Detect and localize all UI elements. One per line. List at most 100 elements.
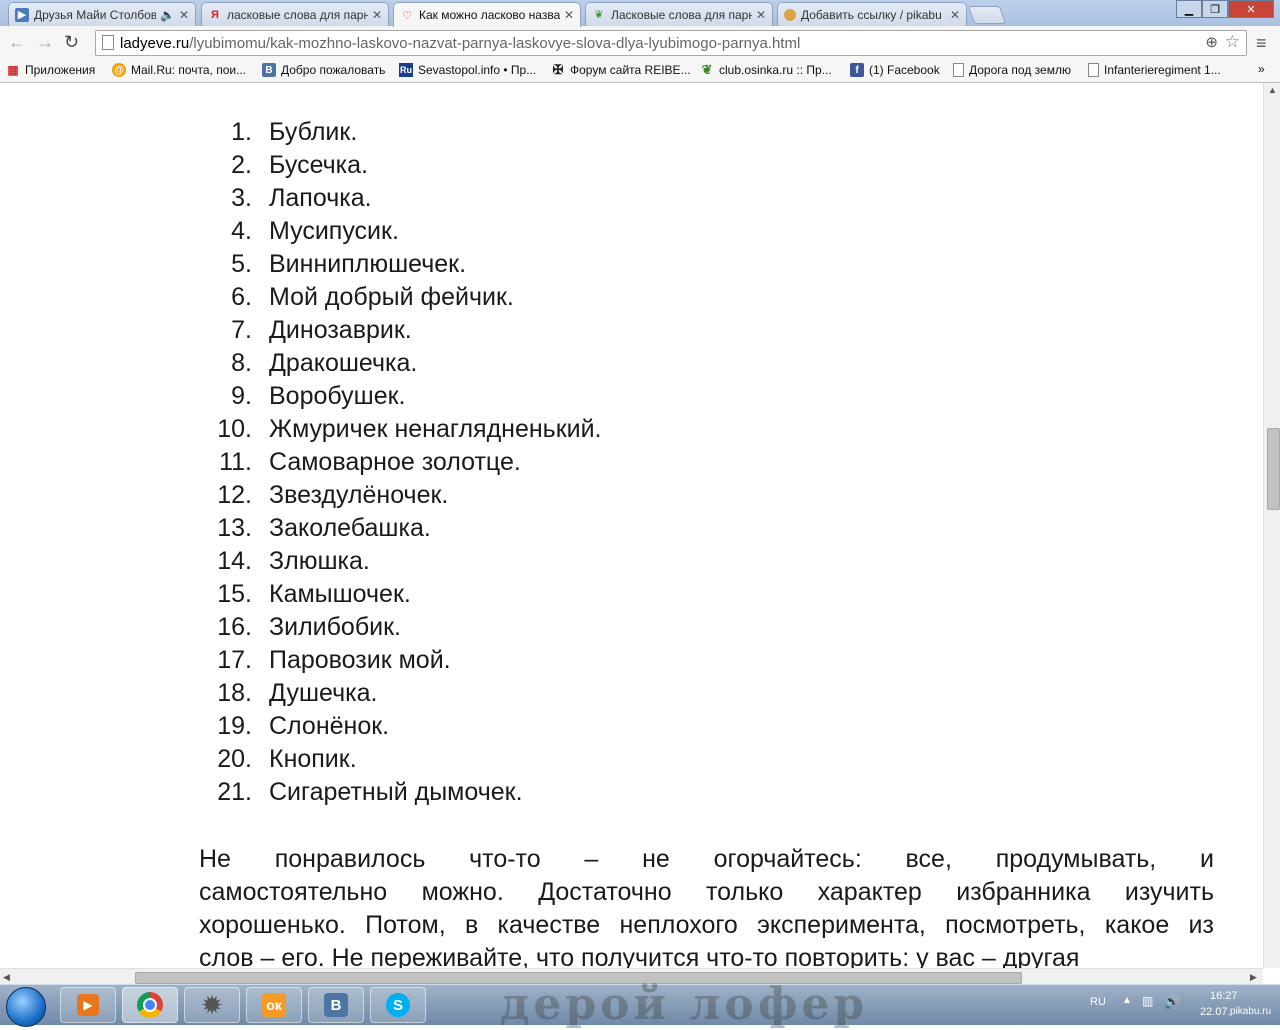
list-item-number: 7. [231,316,252,344]
close-icon[interactable]: ✕ [564,8,574,22]
tab-laskovye-yandex[interactable]: Я ласковые слова для парня ✕ [201,2,389,26]
list-item-number: 3. [231,184,252,212]
bookmark-label: Приложения [25,63,96,77]
taskbar-odnoklassniki[interactable]: ок [246,987,302,1023]
zoom-icon[interactable]: ⊕ [1205,33,1218,51]
start-button[interactable] [6,987,46,1027]
reload-icon[interactable]: ↻ [64,32,79,53]
bookmark-infanterie[interactable]: Infanterieregiment 1... [1088,63,1221,77]
bookmark-facebook[interactable]: f (1) Facebook [850,63,940,77]
gear-icon: ✹ [201,989,223,1020]
clock-time[interactable]: 16:27 [1210,990,1238,1002]
bookmark-label: Форум сайта REIBE... [570,63,691,77]
taskbar-settings[interactable]: ✹ [184,987,240,1023]
restore-button[interactable]: ❐ [1202,0,1228,18]
bookmark-sevastopol[interactable]: Ru Sevastopol.info • Пр... [399,63,536,77]
vertical-scroll-thumb[interactable] [1267,428,1280,510]
star-icon[interactable]: ☆ [1225,32,1240,52]
chevron-right-icon[interactable]: » [1258,62,1265,76]
taskbar: дерой лофер ▶ ✹ ок B S RU ▲ ▥ 🔊 16:27 22… [0,979,1280,1030]
network-icon[interactable]: ▥ [1142,994,1153,1008]
bookmark-label: Добро пожаловать [281,63,386,77]
back-arrow-icon[interactable]: ← [8,32,26,53]
list-item-text: Паровозик мой. [269,646,451,674]
bookmark-label: Mail.Ru: почта, пои... [131,63,247,77]
close-icon[interactable]: ✕ [179,8,189,22]
speaker-icon[interactable]: 🔈 [160,8,175,22]
list-item-number: 9. [231,382,252,410]
list-item-number: 18. [217,679,252,707]
clock-date[interactable]: 22.07. [1200,1006,1231,1018]
bookmark-vk[interactable]: B Добро пожаловать [262,63,385,77]
list-item-number: 5. [231,250,252,278]
list-item-text: Бусечка. [269,151,369,179]
show-hidden-icons-icon[interactable]: ▲ [1122,995,1132,1006]
list-item-number: 4. [231,217,252,245]
language-indicator[interactable]: RU [1090,996,1106,1008]
scroll-left-icon[interactable]: ◀ [3,972,10,983]
list-item-text: Бублик. [269,118,358,146]
close-icon[interactable]: ✕ [950,8,960,22]
tab-druzya[interactable]: ▶ Друзья Майи Столбовой 🔈 ✕ [8,2,196,26]
scroll-right-icon[interactable]: ▶ [1250,972,1257,983]
taskbar-skype[interactable]: S [370,987,426,1023]
list-item-number: 16. [217,613,252,641]
tab-title: Ласковые слова для парня [611,7,752,22]
scroll-up-icon[interactable]: ▲ [1268,85,1277,95]
list-item-text: Душечка. [269,679,378,707]
bookmark-apps[interactable]: ▦ Приложения [6,63,95,77]
bookmark-reibe[interactable]: ✠ Форум сайта REIBE... [551,62,691,77]
minimize-button[interactable]: ▁ [1176,0,1202,18]
list-item-text: Звездулёночек. [269,481,449,509]
video-icon: ▶ [15,7,29,22]
heart-icon: ♡ [402,9,412,22]
tab-kak-mozhno[interactable]: ♡ Как можно ласково назвать ✕ [393,2,581,27]
vk-icon: B [262,63,276,77]
page-content: 1. Бублик. 2. Бусечка. 3. Лапочка. 4. Мусипусик… [0,83,1263,968]
media-player-icon: ▶ [77,994,99,1016]
volume-icon[interactable]: 🔊 [1164,994,1180,1010]
address-bar[interactable]: ladyeve.ru/lyubimomu/kak-mozhno-laskovo-… [95,30,1247,56]
list-item: 17. Паровозик мой. [0,646,1000,679]
list-item-text: Жмуричек ненаглядненький. [269,415,602,443]
tab-laskovye-slova[interactable]: ❦ Ласковые слова для парня ✕ [585,2,773,26]
vertical-scrollbar[interactable]: ▲ [1263,83,1280,968]
list-item-number: 11. [219,448,252,476]
leaf-icon: ❦ [594,9,604,21]
chrome-icon [137,992,163,1018]
tab-pikabu[interactable]: Добавить ссылку / pikabu ✕ [777,2,967,26]
new-tab-button[interactable] [967,6,1007,24]
tab-title: ласковые слова для парня [227,7,368,22]
list-item: 5. Винниплюшечек. [0,250,1000,283]
tab-title: Как можно ласково назвать [419,8,560,22]
list-item-number: 10. [217,415,252,443]
leaf-icon: ❦ [701,62,713,77]
list-item: 11. Самоварное золотце. [0,448,1000,481]
list-item-number: 21. [217,778,252,806]
tab-title: Добавить ссылку / pikabu [801,7,942,22]
url-text[interactable]: ladyeve.ru/lyubimomu/kak-mozhno-laskovo-… [120,35,800,52]
list-item-number: 8. [231,349,252,377]
list-item: 8. Дракошечка. [0,349,1000,382]
list-item: 1. Бублик. [0,118,1000,151]
system-tray: RU ▲ ▥ 🔊 16:27 22.07. pikabu.ru [1080,985,1280,1025]
wallpaper-text: дерой лофер [500,979,869,1030]
close-icon[interactable]: ✕ [756,8,766,22]
bookmark-mailru[interactable]: @ Mail.Ru: почта, пои... [112,63,246,77]
apps-grid-icon: ▦ [7,63,19,77]
list-item-text: Динозаврик. [269,316,412,344]
bookmark-doroga[interactable]: Дорога под землю [953,63,1071,77]
taskbar-vk[interactable]: B [308,987,364,1023]
taskbar-chrome[interactable] [122,987,178,1023]
close-icon[interactable]: ✕ [372,8,382,22]
ru-icon: Ru [399,63,413,77]
menu-icon[interactable]: ≡ [1256,33,1267,54]
list-item-text: Заколебашка. [269,514,431,542]
list-item-text: Камышочек. [269,580,411,608]
bookmark-label: Infanterieregiment 1... [1104,63,1221,77]
bookmark-osinka[interactable]: ❦ club.osinka.ru :: Пр... [700,62,832,77]
taskbar-media-player[interactable]: ▶ [60,987,116,1023]
close-window-button[interactable]: ✕ [1228,0,1274,18]
list-item-text: Слонёнок. [269,712,390,740]
forward-arrow-icon[interactable]: → [36,32,54,53]
